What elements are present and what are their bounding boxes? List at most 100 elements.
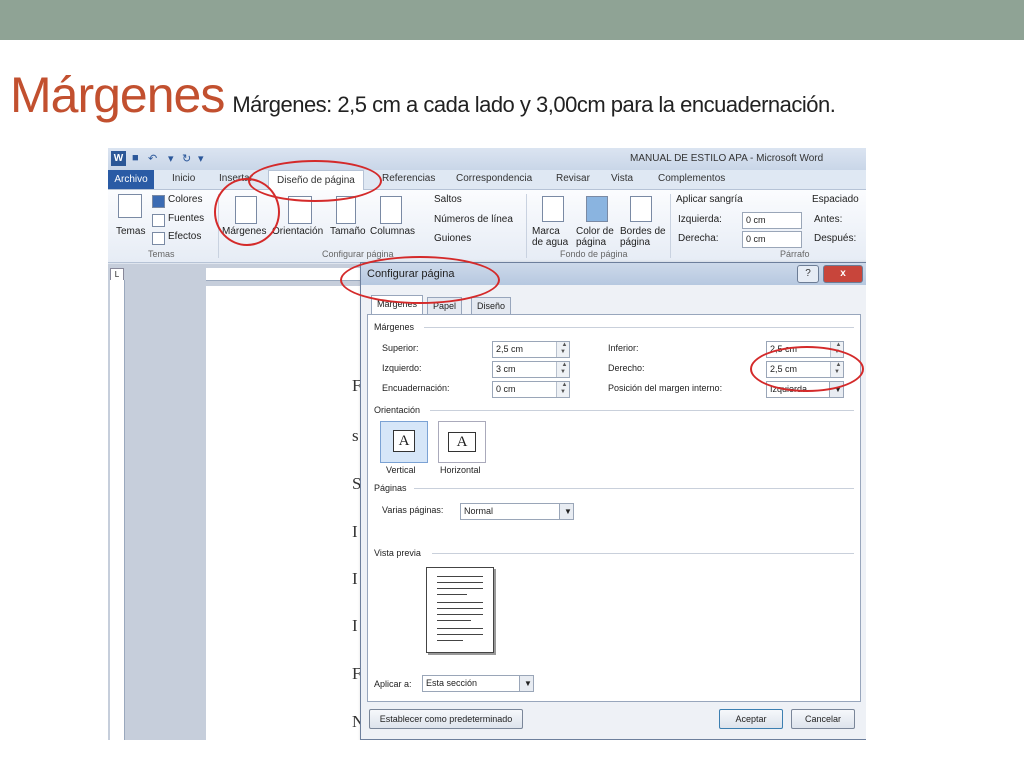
- divider: [432, 553, 854, 554]
- superior-input[interactable]: 2,5 cm ▲ ▼: [492, 341, 570, 358]
- page-text-line: I: [352, 569, 358, 588]
- tab-referencias[interactable]: Referencias: [382, 173, 435, 184]
- undo-icon[interactable]: ↶: [148, 152, 157, 165]
- chevron-down-icon[interactable]: ▼: [519, 676, 533, 691]
- varias-paginas-value: Normal: [464, 506, 494, 516]
- sangria-izquierda-label: Izquierda:: [678, 214, 722, 225]
- help-button[interactable]: ?: [797, 265, 819, 283]
- highlight-circle-derecho: [750, 346, 864, 392]
- derecho-label: Derecho:: [608, 363, 645, 373]
- bordes-pagina-icon: [630, 196, 652, 222]
- efectos-icon: [152, 232, 165, 245]
- vertical-label: Vertical: [386, 465, 416, 475]
- sangria-derecha-label: Derecha:: [678, 233, 719, 244]
- spin-arrows-icon[interactable]: ▲ ▼: [556, 362, 569, 377]
- highlight-circle-margenes: [214, 178, 280, 246]
- preview-line: [437, 620, 471, 621]
- varias-paginas-label: Varias páginas:: [382, 505, 444, 515]
- spin-arrows-icon[interactable]: ▲ ▼: [556, 342, 569, 357]
- encuadernacion-label: Encuadernación:: [382, 383, 450, 393]
- encuadernacion-value: 0 cm: [496, 384, 516, 394]
- posicion-margen-label: Posición del margen interno:: [608, 383, 723, 393]
- fuentes-icon: [152, 214, 165, 227]
- divider: [414, 488, 854, 489]
- sangria-derecha-input[interactable]: 0 cm: [742, 231, 802, 248]
- dropdown-icon[interactable]: ▾: [168, 152, 174, 165]
- varias-paginas-select[interactable]: Normal ▼: [460, 503, 574, 520]
- bordes-pagina-button[interactable]: Bordes de página: [620, 226, 666, 248]
- fuentes-button[interactable]: Fuentes: [168, 213, 204, 224]
- section-paginas: Páginas: [374, 483, 854, 493]
- color-pagina-button[interactable]: Color de página: [576, 226, 616, 248]
- page-text-line: I: [352, 522, 358, 541]
- set-default-button[interactable]: Establecer como predeterminado: [369, 709, 523, 729]
- espaciado-label: Espaciado: [812, 194, 859, 205]
- marca-agua-icon: [542, 196, 564, 222]
- spin-arrows-icon[interactable]: ▲ ▼: [556, 382, 569, 397]
- horizontal-option[interactable]: A: [438, 421, 486, 463]
- section-vista-previa-label: Vista previa: [374, 548, 421, 558]
- quick-access-toolbar: W ■ ↶ ▾ ↻ ▾ MANUAL DE ESTILO APA - Micro…: [108, 148, 866, 170]
- espaciado-despues-label: Después:: [814, 233, 857, 244]
- efectos-button[interactable]: Efectos: [168, 231, 201, 242]
- izquierdo-value: 3 cm: [496, 364, 516, 374]
- preview-line: [437, 576, 483, 577]
- preview-line: [437, 614, 483, 615]
- vertical-option[interactable]: A: [380, 421, 428, 463]
- close-button[interactable]: x: [823, 265, 863, 283]
- page-preview: [426, 567, 494, 653]
- encuadernacion-input[interactable]: 0 cm ▲ ▼: [492, 381, 570, 398]
- columnas-icon: [380, 196, 402, 224]
- preview-line: [437, 602, 483, 603]
- save-icon[interactable]: ■: [132, 152, 139, 164]
- tab-inicio[interactable]: Inicio: [172, 173, 195, 184]
- superior-value: 2,5 cm: [496, 344, 524, 354]
- preview-line: [437, 634, 483, 635]
- landscape-page-icon: A: [448, 432, 476, 452]
- chevron-down-icon[interactable]: ▼: [559, 504, 573, 519]
- tab-diseno[interactable]: Diseño: [471, 297, 512, 315]
- tab-revisar[interactable]: Revisar: [556, 173, 590, 184]
- tab-archivo[interactable]: Archivo: [108, 170, 154, 189]
- tamano-button[interactable]: Tamaño: [330, 226, 366, 237]
- inferior-label: Inferior:: [608, 343, 639, 353]
- numeros-linea-button[interactable]: Números de línea: [434, 214, 513, 225]
- section-orientacion-label: Orientación: [374, 405, 421, 415]
- colores-icon: [152, 195, 165, 208]
- saltos-button[interactable]: Saltos: [434, 194, 462, 205]
- aplicar-a-label: Aplicar a:: [374, 679, 412, 689]
- cancel-button[interactable]: Cancelar: [791, 709, 855, 729]
- window-title: MANUAL DE ESTILO APA - Microsoft Word: [630, 153, 824, 164]
- guiones-button[interactable]: Guiones: [434, 233, 471, 244]
- preview-line: [437, 628, 483, 629]
- preview-line: [437, 608, 483, 609]
- orientacion-button[interactable]: Orientación: [272, 226, 323, 237]
- page-text-line: s: [352, 426, 359, 445]
- slide-title: Márgenes Márgenes: 2,5 cm a cada lado y 3…: [10, 66, 836, 124]
- columnas-button[interactable]: Columnas: [370, 226, 415, 237]
- tab-complementos[interactable]: Complementos: [658, 173, 725, 184]
- word-logo-icon: W: [111, 151, 126, 166]
- colores-button[interactable]: Colores: [168, 194, 202, 205]
- redo-icon[interactable]: ↻: [182, 152, 191, 165]
- group-parrafo-label: Párrafo: [780, 249, 810, 259]
- marca-agua-button[interactable]: Marca de agua: [532, 226, 572, 248]
- group-fondo-label: Fondo de página: [560, 249, 628, 259]
- ribbon-divider: [670, 194, 671, 258]
- ribbon-divider: [526, 194, 527, 258]
- group-temas-label: Temas: [148, 249, 175, 259]
- section-margenes: Márgenes: [374, 322, 854, 332]
- customize-icon[interactable]: ▾: [198, 152, 204, 165]
- sangria-izquierda-input[interactable]: 0 cm: [742, 212, 802, 229]
- tab-vista[interactable]: Vista: [611, 173, 633, 184]
- page-text-line: I: [352, 616, 358, 635]
- tab-correspondencia[interactable]: Correspondencia: [456, 173, 532, 184]
- slide-header-bar: [0, 0, 1024, 40]
- temas-icon: [118, 194, 142, 218]
- configurar-pagina-dialog: Configurar página ? x Márgenes Papel Dis…: [360, 262, 866, 740]
- ok-button[interactable]: Aceptar: [719, 709, 783, 729]
- portrait-page-icon: A: [393, 430, 415, 452]
- izquierdo-input[interactable]: 3 cm ▲ ▼: [492, 361, 570, 378]
- aplicar-a-select[interactable]: Esta sección ▼: [422, 675, 534, 692]
- temas-button[interactable]: Temas: [116, 226, 145, 237]
